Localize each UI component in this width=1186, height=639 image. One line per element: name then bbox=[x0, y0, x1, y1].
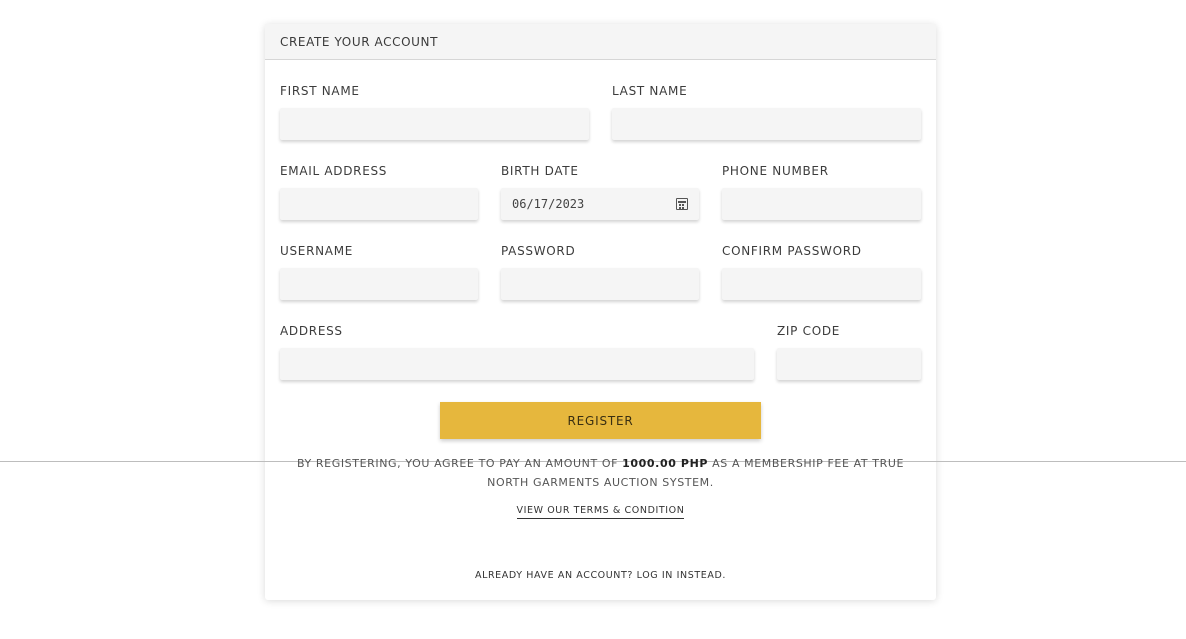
email-input[interactable] bbox=[280, 188, 478, 220]
confirm-password-input[interactable] bbox=[722, 268, 921, 300]
registration-card: CREATE YOUR ACCOUNT FIRST NAME LAST NAME… bbox=[265, 24, 936, 600]
first-name-input[interactable] bbox=[280, 108, 589, 140]
last-name-input[interactable] bbox=[612, 108, 921, 140]
phone-input[interactable] bbox=[722, 188, 921, 220]
last-name-label: LAST NAME bbox=[612, 84, 688, 98]
terms-link[interactable]: VIEW OUR TERMS & CONDITION bbox=[516, 505, 685, 519]
card-header: CREATE YOUR ACCOUNT bbox=[265, 24, 936, 60]
birth-date-input[interactable]: 06/17/2023 bbox=[501, 188, 699, 220]
login-link[interactable]: ALREADY HAVE AN ACCOUNT? LOG IN INSTEAD. bbox=[265, 570, 936, 581]
zip-code-input[interactable] bbox=[777, 348, 921, 380]
birth-date-value: 06/17/2023 bbox=[512, 197, 585, 211]
address-label: ADDRESS bbox=[280, 324, 343, 338]
email-label: EMAIL ADDRESS bbox=[280, 164, 388, 178]
terms-link-container: VIEW OUR TERMS & CONDITION bbox=[265, 505, 936, 519]
password-input[interactable] bbox=[501, 268, 699, 300]
membership-fee-notice: BY REGISTERING, YOU AGREE TO PAY AN AMOU… bbox=[285, 454, 916, 492]
username-label: USERNAME bbox=[280, 244, 354, 258]
password-label: PASSWORD bbox=[501, 244, 576, 258]
phone-label: PHONE NUMBER bbox=[722, 164, 829, 178]
calendar-icon[interactable] bbox=[676, 198, 688, 210]
confirm-password-label: CONFIRM PASSWORD bbox=[722, 244, 862, 258]
address-input[interactable] bbox=[280, 348, 754, 380]
register-button[interactable]: REGISTER bbox=[440, 402, 761, 439]
notice-text-start: BY REGISTERING, YOU AGREE TO PAY AN AMOU… bbox=[296, 457, 623, 470]
birth-date-label: BIRTH DATE bbox=[501, 164, 579, 178]
first-name-label: FIRST NAME bbox=[280, 84, 360, 98]
username-input[interactable] bbox=[280, 268, 478, 300]
zip-code-label: ZIP CODE bbox=[777, 324, 841, 338]
notice-amount: 1000.00 PHP bbox=[622, 457, 709, 470]
card-title: CREATE YOUR ACCOUNT bbox=[280, 34, 439, 49]
